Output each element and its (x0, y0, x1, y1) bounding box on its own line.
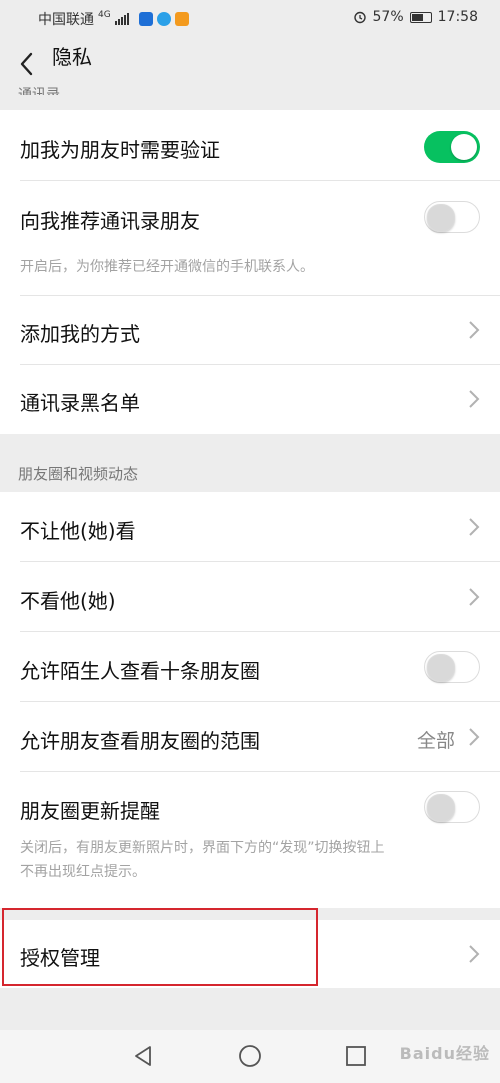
recent-apps-square-icon[interactable] (344, 1044, 368, 1068)
status-bar: 中国联通 4G 57% 17:58 (0, 0, 500, 34)
chevron-right-icon (469, 390, 480, 408)
alarm-icon (353, 11, 366, 24)
network-type: 4G (98, 10, 111, 20)
row-label: 通讯录黑名单 (20, 391, 140, 415)
clock-time: 17:58 (437, 9, 478, 25)
section-header-moments: 朋友圈和视频动态 (18, 465, 139, 483)
toggle-knob (451, 134, 477, 160)
chevron-right-icon (469, 945, 480, 963)
row-label: 加我为朋友时需要验证 (20, 138, 220, 162)
toggle-knob (427, 794, 455, 822)
battery-percent: 57% (372, 9, 404, 25)
row-stranger-ten-posts[interactable]: 允许陌生人查看十条朋友圈 (0, 632, 500, 701)
row-label: 不让他(她)看 (20, 519, 136, 543)
page-title: 隐私 (52, 45, 92, 69)
row-label: 允许朋友查看朋友圈的范围 (20, 729, 260, 753)
row-add-me-methods[interactable]: 添加我的方式 (0, 296, 500, 364)
toggle-knob (427, 654, 455, 682)
row-moments-range[interactable]: 允许朋友查看朋友圈的范围 全部 (0, 702, 500, 771)
row-label: 不看他(她) (20, 589, 116, 613)
toggle-knob (427, 204, 455, 232)
signal-icon (114, 13, 129, 25)
app-video-icon (174, 12, 189, 26)
row-recommend-contacts[interactable]: 向我推荐通讯录朋友 开启后，为你推荐已经开通微信的手机联系人。 (0, 181, 500, 295)
verify-friend-toggle[interactable] (424, 131, 480, 163)
contacts-settings-group: 加我为朋友时需要验证 向我推荐通讯录朋友 开启后，为你推荐已经开通微信的手机联系… (0, 110, 500, 434)
row-description-line1: 关闭后，有朋友更新照片时，界面下方的“发现”切换按钮上 (20, 840, 385, 856)
moments-reminder-toggle[interactable] (424, 791, 480, 823)
highlight-annotation-box (2, 908, 318, 986)
row-contact-blacklist[interactable]: 通讯录黑名单 (0, 365, 500, 434)
battery-icon (409, 11, 432, 23)
row-label: 添加我的方式 (20, 322, 140, 346)
home-circle-icon[interactable] (237, 1043, 263, 1069)
row-verify-friend[interactable]: 加我为朋友时需要验证 (0, 110, 500, 180)
moments-range-value: 全部 (416, 730, 455, 752)
row-description-line2: 不再出现红点提示。 (20, 864, 146, 880)
chevron-right-icon (469, 728, 480, 746)
row-dont-see[interactable]: 不看他(她) (0, 562, 500, 631)
back-arrow-icon[interactable] (12, 48, 44, 80)
row-description: 开启后，为你推荐已经开通微信的手机联系人。 (20, 259, 314, 275)
app-shield-icon (138, 12, 153, 26)
chevron-right-icon (469, 321, 480, 339)
moments-settings-group: 不让他(她)看 不看他(她) 允许陌生人查看十条朋友圈 允许朋友查看朋友圈的范围… (0, 492, 500, 908)
stranger-posts-toggle[interactable] (424, 651, 480, 683)
chevron-right-icon (469, 588, 480, 606)
back-triangle-icon[interactable] (131, 1044, 155, 1068)
row-dont-let-see[interactable]: 不让他(她)看 (0, 492, 500, 561)
section-header-contacts: 通讯录 (18, 87, 60, 95)
chevron-right-icon (469, 518, 480, 536)
row-label: 朋友圈更新提醒 (20, 799, 160, 823)
carrier-name: 中国联通 (38, 12, 94, 28)
app-browser-icon (156, 12, 171, 26)
row-moments-update-reminder[interactable]: 朋友圈更新提醒 关闭后，有朋友更新照片时，界面下方的“发现”切换按钮上 不再出现… (0, 772, 500, 908)
row-label: 向我推荐通讯录朋友 (20, 209, 200, 233)
recommend-contacts-toggle[interactable] (424, 201, 480, 233)
baidu-watermark: Baidu经验 (399, 1044, 490, 1063)
row-label: 允许陌生人查看十条朋友圈 (20, 659, 260, 683)
